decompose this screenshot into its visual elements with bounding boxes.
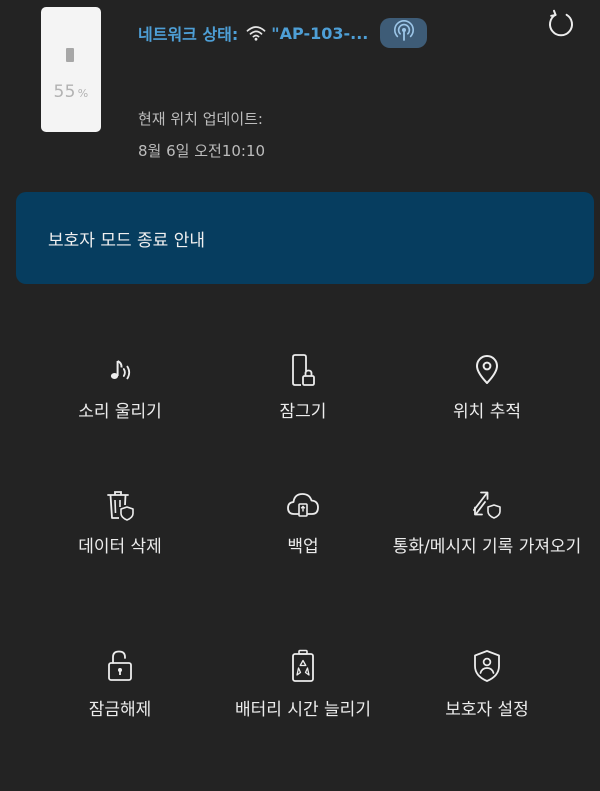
guardian-settings-icon: [387, 648, 587, 684]
ring-sound-button[interactable]: 소리 울리기: [20, 352, 220, 425]
device-camera-notch: [66, 48, 74, 62]
hotspot-button[interactable]: [380, 18, 428, 48]
location-update-label: 현재 위치 업데이트:: [138, 110, 263, 128]
refresh-button[interactable]: [545, 9, 577, 43]
delete-data-icon: [20, 487, 220, 523]
lock-device-icon: [203, 352, 403, 388]
battery-saver-label: 배터리 시간 늘리기: [235, 700, 371, 720]
call-log-label: 통화/메시지 기록 가져오기: [392, 537, 582, 557]
call-log-button[interactable]: 통화/메시지 기록 가져오기: [387, 487, 587, 560]
battery-saver-icon: [203, 648, 403, 684]
unlock-button[interactable]: 잠금해제: [20, 648, 220, 723]
network-ssid: "AP-103-...: [271, 23, 369, 43]
backup-button[interactable]: 백업: [203, 487, 403, 560]
battery-level: 55%: [41, 82, 101, 102]
lock-device-button[interactable]: 잠그기: [203, 352, 403, 425]
guardian-settings-button[interactable]: 보호자 설정: [387, 648, 587, 723]
device-image: 55%: [41, 7, 101, 132]
ring-sound-icon: [20, 352, 220, 388]
call-log-icon: [387, 487, 587, 523]
location-track-label: 위치 추적: [453, 402, 521, 422]
network-status-row: 네트워크 상태: "AP-103-...: [138, 18, 428, 48]
wifi-icon: [246, 25, 266, 41]
location-pin-icon: [387, 352, 587, 388]
unlock-label: 잠금해제: [88, 700, 152, 720]
delete-data-button[interactable]: 데이터 삭제: [20, 487, 220, 560]
cloud-backup-icon: [203, 487, 403, 523]
refresh-icon: [546, 9, 576, 43]
ring-sound-label: 소리 울리기: [78, 402, 162, 422]
location-update-time: 8월 6일 오전10:10: [138, 142, 266, 160]
hotspot-icon: [392, 19, 416, 47]
battery-value: 55: [53, 82, 76, 102]
unlock-icon: [20, 648, 220, 684]
guardian-mode-end-banner[interactable]: 보호자 모드 종료 안내: [16, 192, 594, 284]
battery-saver-button[interactable]: 배터리 시간 늘리기: [203, 648, 403, 723]
network-status-label: 네트워크 상태:: [138, 25, 239, 44]
banner-text: 보호자 모드 종료 안내: [48, 231, 205, 251]
location-track-button[interactable]: 위치 추적: [387, 352, 587, 425]
backup-label: 백업: [287, 537, 319, 557]
lock-device-label: 잠그기: [279, 402, 327, 422]
delete-data-label: 데이터 삭제: [78, 537, 162, 557]
battery-unit: %: [77, 87, 89, 100]
guardian-settings-label: 보호자 설정: [445, 700, 529, 720]
